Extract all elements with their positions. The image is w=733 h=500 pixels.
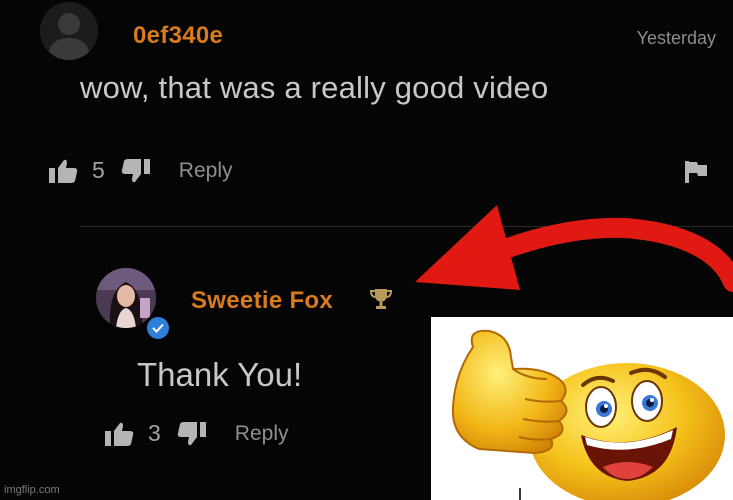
thumbs-up-icon[interactable]: [48, 158, 78, 184]
watermark: imgflip.com: [4, 484, 60, 496]
divider: [80, 226, 733, 227]
comment-text: wow, that was a really good video: [80, 70, 549, 105]
divider: [519, 488, 521, 500]
reply-author[interactable]: Sweetie Fox: [191, 287, 333, 315]
thumbs-down-icon[interactable]: [177, 421, 207, 447]
reply-button[interactable]: Reply: [179, 159, 233, 183]
thumbs-up-emoji: [431, 317, 733, 500]
user-avatar-icon[interactable]: [40, 2, 98, 60]
comment-thread: 0ef340e Yesterday wow, that was a really…: [0, 0, 733, 500]
thumbs-up-icon[interactable]: [104, 421, 134, 447]
trophy-icon: [369, 287, 393, 316]
reply-button[interactable]: Reply: [235, 422, 289, 446]
reply-actions: 3 Reply: [104, 420, 289, 447]
verified-badge-icon: [145, 315, 171, 341]
comment-actions: 5 Reply: [48, 157, 233, 184]
comment-author[interactable]: 0ef340e: [133, 22, 223, 50]
like-count: 3: [148, 420, 161, 446]
reply-text: Thank You!: [137, 356, 303, 393]
thumbs-down-icon[interactable]: [121, 158, 151, 184]
like-count: 5: [92, 157, 105, 183]
comment-timestamp: Yesterday: [636, 28, 716, 48]
flag-icon[interactable]: [683, 160, 709, 189]
